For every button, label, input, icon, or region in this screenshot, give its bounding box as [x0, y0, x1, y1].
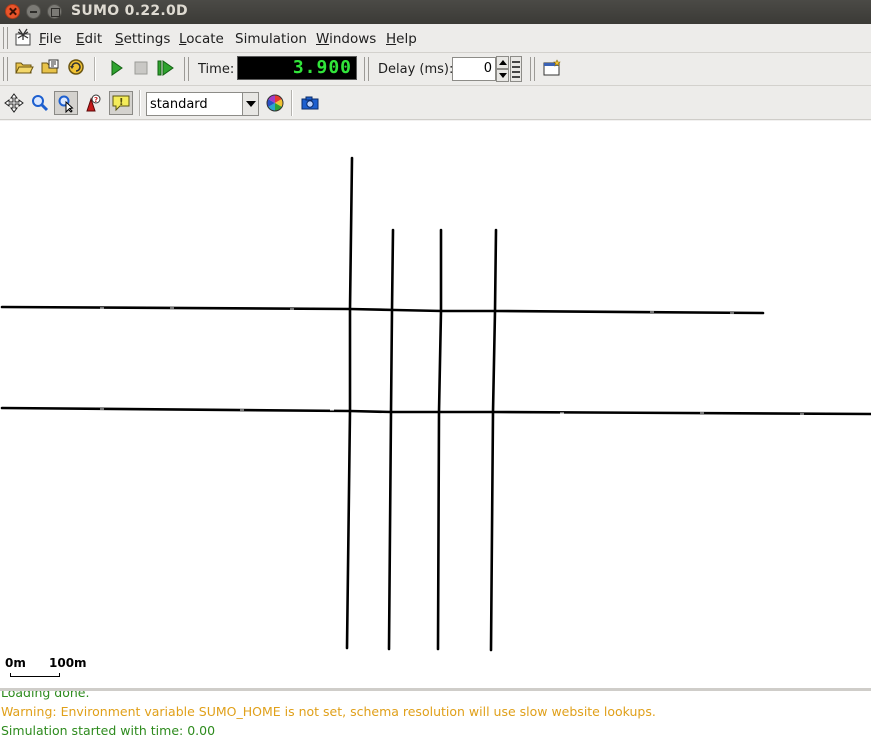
menubar-grip[interactable] — [3, 27, 8, 49]
log-line: Warning: Environment variable SUMO_HOME … — [1, 704, 656, 719]
menu-help[interactable]: Help — [386, 31, 417, 47]
window-close-button[interactable] — [5, 4, 20, 19]
log-line: Loading done. — [1, 691, 90, 700]
message-log[interactable]: Loading done. Warning: Environment varia… — [0, 691, 871, 740]
view-toolbar: ? ! — [0, 86, 871, 120]
stop-icon[interactable] — [129, 56, 153, 80]
menu-edit[interactable]: Edit — [76, 31, 102, 47]
toolbar-grip-4[interactable] — [530, 57, 535, 81]
menu-windows[interactable]: Windows — [316, 31, 376, 47]
svg-text:!: ! — [119, 97, 124, 108]
svg-text:?: ? — [94, 96, 98, 104]
road-horizontal-north — [0, 305, 765, 315]
log-line: Simulation started with time: 0.00 — [1, 723, 216, 738]
road-vertical-4 — [489, 228, 498, 652]
delay-label: Delay (ms): — [378, 62, 454, 77]
time-label: Time: — [198, 62, 235, 77]
window-title: SUMO 0.22.0D — [71, 3, 188, 19]
scale-start-label: 0m — [5, 656, 26, 670]
title-bar: SUMO 0.22.0D — [0, 0, 871, 24]
locate-vehicle-icon[interactable]: ? — [81, 91, 105, 115]
menu-simulation[interactable]: Simulation — [235, 31, 307, 47]
road-vertical-3 — [436, 228, 443, 651]
new-view-icon[interactable] — [540, 56, 564, 80]
simulation-time-display: 3.900 — [237, 56, 357, 80]
recenter-view-icon[interactable] — [2, 91, 26, 115]
edit-coloring-icon[interactable] — [263, 91, 287, 115]
road-horizontal-south — [0, 406, 871, 416]
app-menu-icon[interactable] — [11, 25, 35, 49]
menu-bar: File Edit Settings Locate Simulation Win… — [0, 24, 871, 53]
scale-end-label: 100m — [49, 656, 87, 670]
menu-locate[interactable]: Locate — [179, 31, 224, 47]
locate-junction-icon[interactable] — [54, 91, 78, 115]
reload-icon[interactable] — [64, 55, 88, 79]
network-view-canvas[interactable] — [0, 121, 871, 688]
delay-slider-handle[interactable] — [510, 56, 522, 82]
window-minimize-button[interactable] — [26, 4, 41, 19]
color-scheme-value: standard — [150, 97, 208, 112]
show-tooltips-icon[interactable]: ! — [109, 91, 133, 115]
menu-file[interactable]: File — [39, 31, 62, 47]
play-icon[interactable] — [104, 56, 128, 80]
open-network-icon[interactable] — [38, 55, 62, 79]
zoom-icon[interactable] — [28, 91, 52, 115]
open-file-icon[interactable] — [12, 55, 36, 79]
delay-input[interactable]: 0 — [452, 57, 496, 81]
menu-settings[interactable]: Settings — [115, 31, 170, 47]
delay-increment-button[interactable] — [496, 56, 509, 69]
delay-decrement-button[interactable] — [496, 69, 509, 82]
toolbar-grip[interactable] — [3, 57, 8, 81]
color-scheme-select[interactable]: standard — [146, 92, 259, 116]
scale-bar-line — [10, 673, 60, 677]
toolbar-grip-3[interactable] — [364, 57, 369, 81]
chevron-down-icon[interactable] — [242, 93, 258, 115]
road-vertical-2 — [387, 228, 395, 651]
main-toolbar: Time: Delay (ms): — [0, 53, 871, 86]
step-icon[interactable] — [153, 56, 177, 80]
delay-spinner[interactable] — [496, 56, 509, 82]
toolbar-grip-2[interactable] — [184, 57, 189, 81]
window-maximize-button[interactable] — [47, 4, 62, 19]
screenshot-camera-icon[interactable] — [298, 91, 322, 115]
road-network — [0, 156, 871, 652]
road-vertical-1 — [345, 156, 354, 650]
